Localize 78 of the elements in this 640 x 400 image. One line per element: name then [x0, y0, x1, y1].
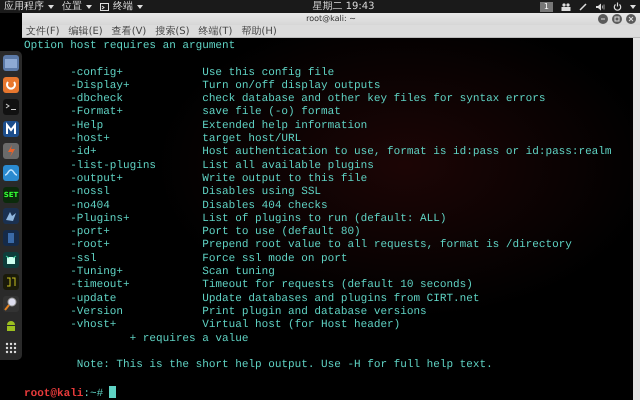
option-name: -config+ [70, 66, 124, 79]
option-description: Prepend root value to all requests, format is /directory [202, 239, 572, 252]
maximize-button[interactable] [612, 14, 622, 24]
terminal-icon[interactable] [3, 98, 19, 115]
option-description: Disables using SSL [202, 186, 322, 198]
option-description: Port to use (default 80) [202, 226, 361, 238]
option-name: -list-plugins [70, 160, 156, 172]
option-description: Virtual host (for Host header) [202, 319, 400, 332]
option-description: Print plugin and database versions [202, 306, 427, 318]
caret-icon[interactable] [630, 4, 636, 8]
option-description: Force ssl mode on port [202, 252, 348, 265]
note-text: Note: This is the short help output. Use -H for full help text. [76, 359, 493, 372]
workspace-indicator[interactable]: 1 [540, 2, 553, 12]
option-name: -Help [70, 120, 104, 132]
prompt-path: :~# [83, 388, 104, 400]
wave-icon[interactable] [3, 164, 19, 181]
option-description: List of plugins to run (default: ALL) [202, 212, 446, 225]
menu-item[interactable]: 终端(T) [198, 25, 232, 37]
option-description: List all available plugins [202, 160, 374, 172]
option-description: Update databases and plugins from CIRT.net [202, 292, 480, 305]
option-description: check database and other key files for syntax errors [202, 93, 546, 106]
option-name: -update [70, 292, 116, 305]
option-description: target host/URL [202, 133, 302, 146]
people-icon[interactable] [561, 2, 571, 10]
menu-item[interactable]: 查看(V) [112, 25, 146, 37]
option-description: Write output to this file [202, 172, 368, 185]
error-message: Option host requires an argument [24, 40, 236, 52]
pen-icon[interactable] [579, 2, 587, 10]
option-name: -ssl [70, 252, 97, 265]
option-name: -no404 [70, 200, 110, 212]
terminal-icon [100, 2, 109, 10]
option-name: -Version [70, 306, 124, 318]
option-description: Extended help information [202, 120, 368, 132]
option-name: -Tuning+ [70, 266, 124, 278]
option-name: -host+ [70, 133, 110, 146]
option-description: Timeout for requests (default 10 seconds) [202, 279, 473, 292]
option-name: -Format+ [70, 106, 124, 118]
letter-m-icon[interactable] [3, 120, 19, 137]
option-name: -id+ [70, 146, 97, 158]
scrollbar-track[interactable] [633, 38, 640, 400]
folder-icon[interactable] [3, 55, 19, 71]
menu-item[interactable]: 文件(F) [26, 25, 60, 37]
option-name: -dbcheck [70, 93, 124, 106]
clock: 星期二 19:43 [312, 1, 374, 12]
menu-item[interactable]: 搜索(S) [155, 25, 190, 37]
caret-icon [137, 4, 143, 8]
option-description: Host authentication to use, format is id:pass or id:pass:realm [202, 146, 612, 158]
menu-item[interactable]: 编辑(E) [68, 25, 103, 37]
option-name: -root+ [70, 239, 110, 252]
option-name: -vhost+ [70, 319, 116, 332]
option-description: Scan tuning [202, 266, 275, 278]
power-icon[interactable] [613, 2, 622, 11]
menu-item[interactable]: 帮助(H) [241, 25, 277, 37]
top-menu[interactable]: 位置 [58, 0, 96, 13]
close-button[interactable] [626, 14, 636, 24]
option-name: -timeout+ [70, 279, 130, 292]
window-title: root@kali: ~ [306, 14, 356, 23]
text-cursor [109, 386, 116, 398]
door-icon[interactable] [3, 230, 19, 246]
option-description: Use this config file [202, 66, 334, 79]
prompt-user-host: root@kali [24, 388, 84, 400]
option-name: -nossl [70, 186, 110, 198]
top-menu[interactable]: 终端 [96, 0, 147, 13]
footnote-text: + requires a value [130, 332, 248, 345]
caret-icon [86, 4, 92, 8]
search-icon[interactable] [3, 296, 19, 312]
option-name: -output+ [70, 172, 124, 185]
option-name: -Display+ [70, 80, 130, 92]
option-name: -port+ [70, 226, 110, 238]
caret-icon [48, 4, 54, 8]
option-name: -Plugins+ [70, 212, 130, 225]
minimize-button[interactable] [598, 14, 608, 24]
lightning-icon[interactable] [3, 142, 19, 159]
speaker-icon[interactable] [595, 2, 605, 10]
option-description: save file (-o) format [202, 106, 341, 118]
option-description: Turn on/off display outputs [202, 80, 380, 92]
option-description: Disables 404 checks [202, 200, 328, 212]
top-menu[interactable]: 应用程序 [0, 0, 58, 13]
